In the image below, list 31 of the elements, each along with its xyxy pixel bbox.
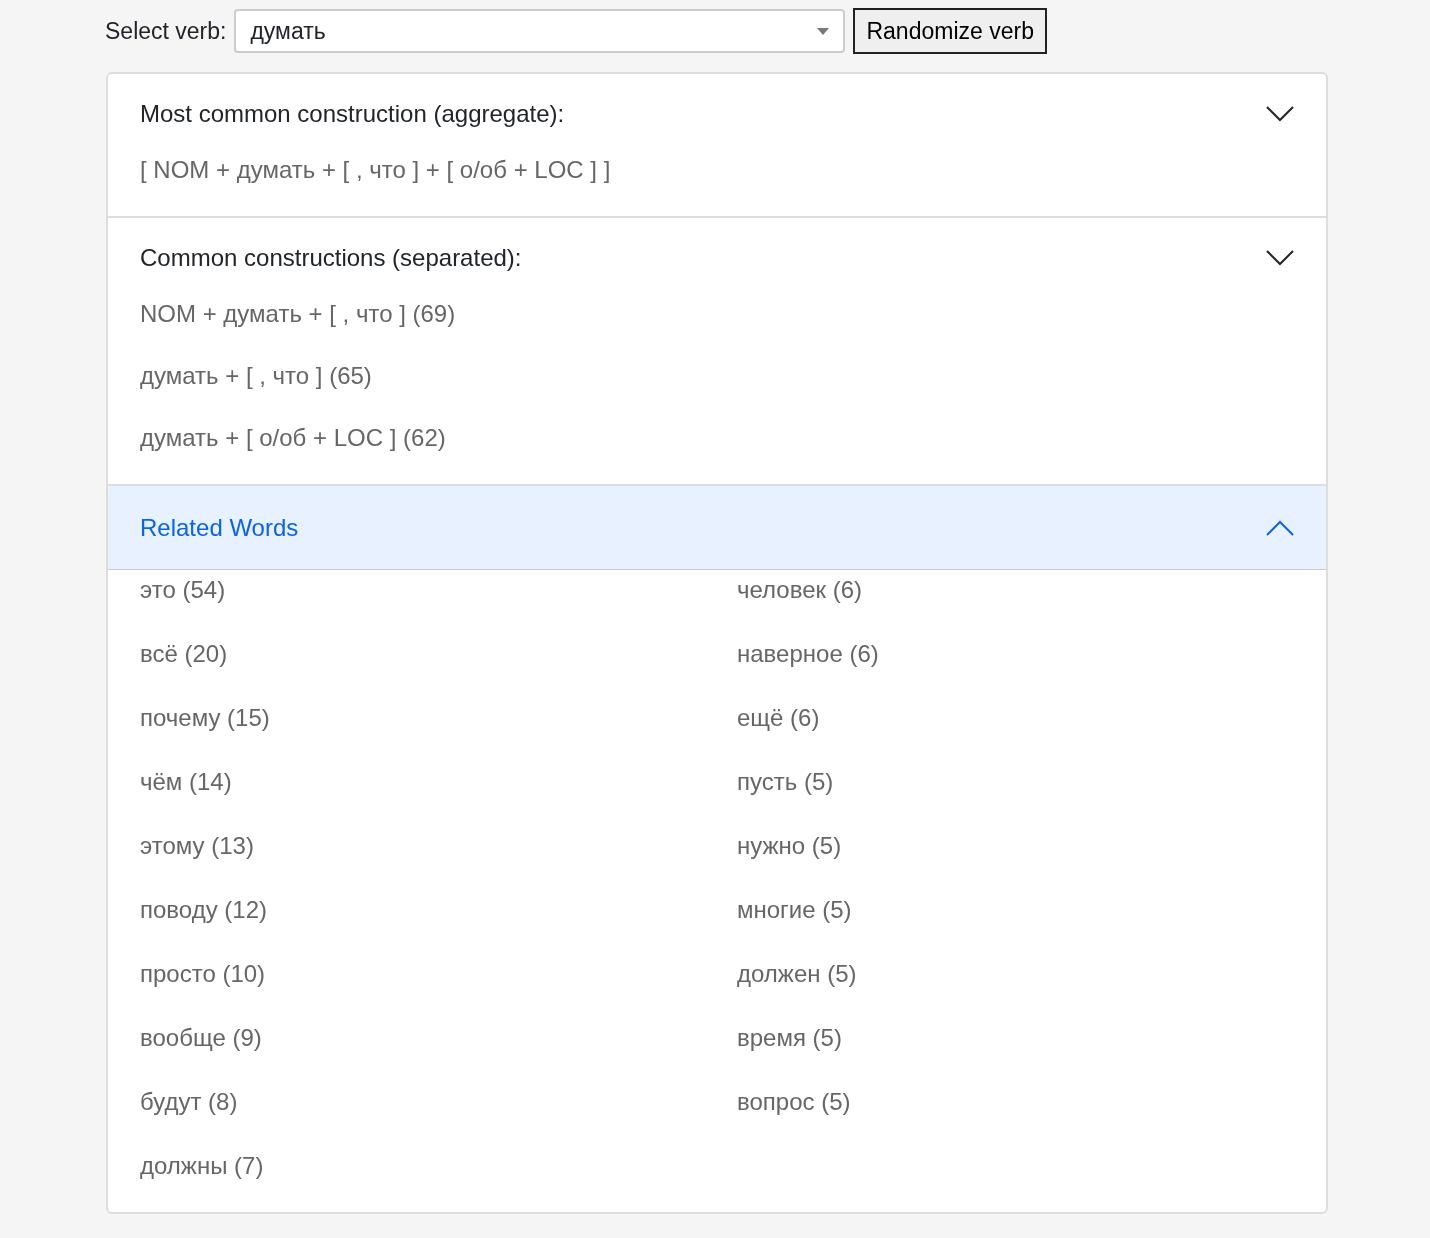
chevron-up-icon <box>1266 519 1294 536</box>
related-word: человек (6) <box>737 575 863 605</box>
related-word: чём (14) <box>140 767 233 797</box>
related-word: многие (5) <box>737 895 853 925</box>
randomize-button[interactable]: Randomize verb <box>853 8 1047 54</box>
related-word: пусть (5) <box>737 767 835 797</box>
related-word: нужно (5) <box>737 831 843 861</box>
construction-text: NOM + думать + [ , что ] (69) <box>139 299 457 329</box>
chevron-down-icon <box>1266 106 1294 122</box>
related-word: вообще (9) <box>140 1023 263 1053</box>
related-word: будут (8) <box>140 1087 239 1117</box>
related-word: ещё (6) <box>737 703 821 733</box>
related-word: просто (10) <box>140 959 267 989</box>
section-header[interactable]: Related Words <box>108 486 1326 570</box>
related-word: этому (13) <box>140 831 255 861</box>
verb-dropdown[interactable]: думать <box>234 9 846 53</box>
related-word: всё (20) <box>140 639 229 669</box>
related-word: наверное (6) <box>737 639 880 669</box>
related-word: это (54) <box>140 575 227 605</box>
related-word: вопрос (5) <box>737 1087 852 1117</box>
dropdown-arrow-icon <box>817 27 830 35</box>
related-word: почему (15) <box>140 703 271 733</box>
construction-text: думать + [ о/об + LOC ] (62) <box>139 423 447 453</box>
related-word: должны (7) <box>140 1151 265 1181</box>
related-word: поводу (12) <box>140 895 268 925</box>
chevron-down-icon <box>1266 250 1294 266</box>
field-label: Select verb: <box>105 16 227 46</box>
construction-text: думать + [ , что ] (65) <box>139 361 373 391</box>
related-word: время (5) <box>737 1023 843 1053</box>
construction-text: [ NOM + думать + [ , что ] + [ о/об + LOC ] ] <box>139 155 612 185</box>
related-word: должен (5) <box>737 959 858 989</box>
